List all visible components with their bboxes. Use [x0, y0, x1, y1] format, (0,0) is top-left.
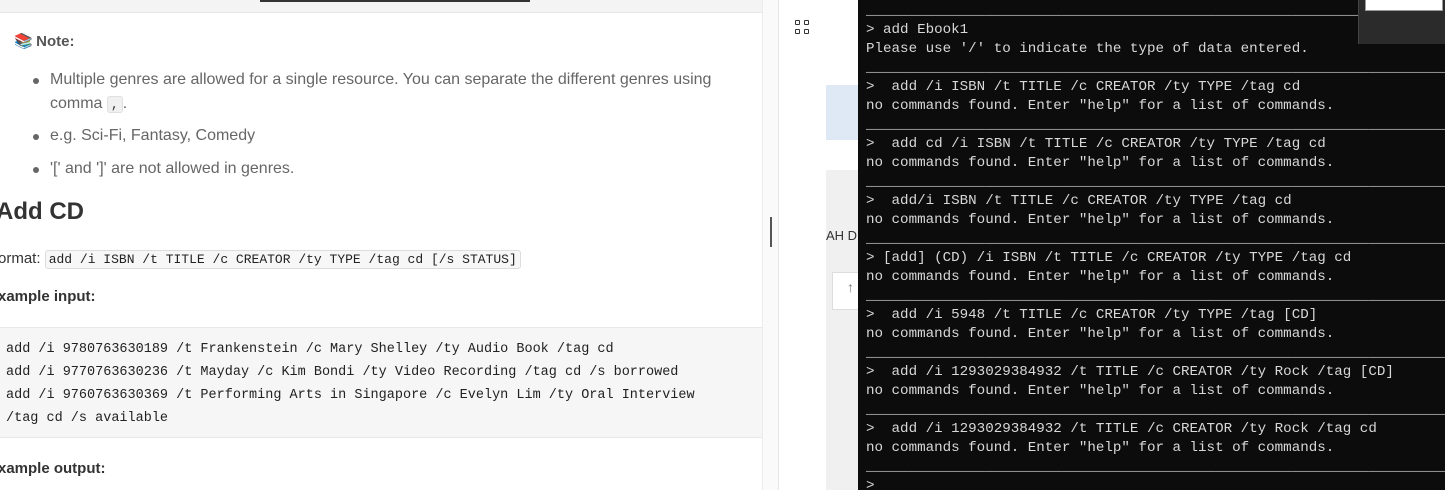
up-arrow-icon: ↑ [847, 279, 854, 295]
doc-scrollbar[interactable] [762, 0, 779, 490]
section-heading-add-cd: Add CD [0, 198, 84, 225]
comma-code: , [106, 96, 123, 113]
note-item-example: e.g. Sci-Fi, Fantasy, Comedy [0, 124, 760, 157]
window-thumbnail[interactable] [1358, 0, 1445, 44]
grid-icon[interactable] [795, 20, 811, 36]
scrollbar-thumb[interactable] [770, 217, 772, 247]
note-item-brackets: '[' and ']' are not allowed in genres. [0, 157, 760, 190]
example-input-label: xample input: [0, 288, 96, 305]
background-window: AH D ↑ [826, 0, 862, 490]
doc-top-bar [0, 0, 778, 13]
format-label: ormat: [0, 250, 41, 267]
format-line: ormat: add /i ISBN /t TITLE /c CREATOR /… [0, 250, 521, 269]
note-list: Multiple genres are allowed for a single… [0, 68, 760, 190]
books-icon: 📚 [14, 33, 33, 50]
format-code: add /i ISBN /t TITLE /c CREATOR /ty TYPE… [44, 250, 521, 269]
documentation-pane: 📚 Note: Multiple genres are allowed for … [0, 0, 778, 490]
example-input-code-block: add /i 9780763630189 /t Frankenstein /c … [0, 327, 762, 438]
terminal-output: ________________________________________… [866, 3, 1445, 490]
note-title-text: Note: [36, 33, 75, 50]
background-partial-text: AH D [826, 228, 858, 243]
side-toolbar [778, 0, 827, 490]
example-output-label: xample output: [0, 460, 106, 477]
terminal-window[interactable]: ________________________________________… [858, 0, 1445, 490]
note-item-genres: Multiple genres are allowed for a single… [0, 68, 760, 124]
note-heading: 📚 Note: [14, 32, 75, 50]
